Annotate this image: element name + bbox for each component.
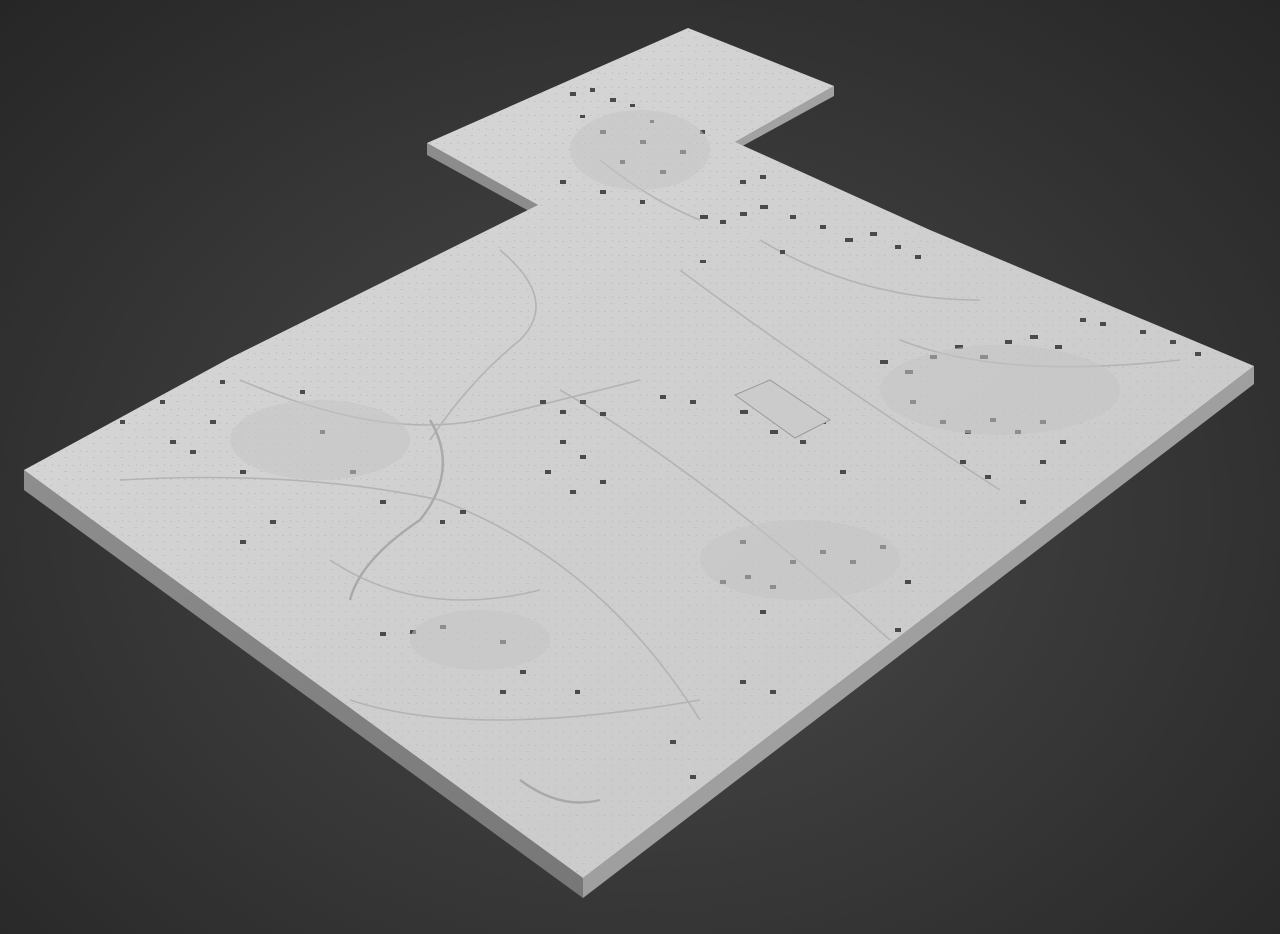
city-model-scene <box>24 28 1254 898</box>
render-viewport <box>0 0 1280 934</box>
